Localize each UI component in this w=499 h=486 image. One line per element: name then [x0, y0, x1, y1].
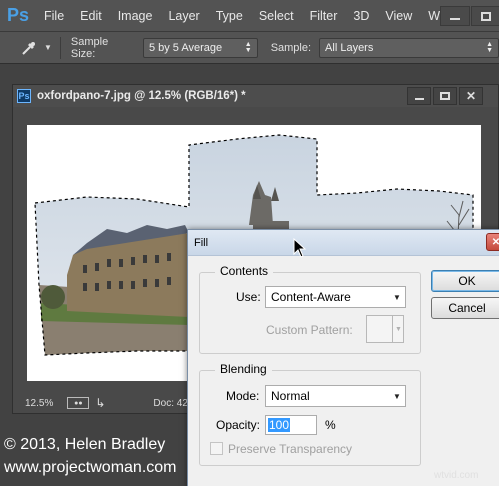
menu-image[interactable]: Image — [110, 0, 161, 32]
sample-label: Sample: — [270, 41, 312, 54]
wtvid-badge: wtvid.com — [434, 470, 479, 481]
updown-arrow-icon: ▲ ▼ — [244, 40, 252, 54]
opacity-value: 100 — [268, 418, 291, 432]
sample-size-select[interactable]: 5 by 5 Average ▲ ▼ — [142, 37, 258, 58]
sample-size-label: Sample Size: — [70, 35, 109, 60]
custom-pattern-picker: ▼ — [366, 315, 404, 343]
menu-type[interactable]: Type — [208, 0, 251, 32]
menu-filter[interactable]: Filter — [302, 0, 346, 32]
opacity-label: Opacity: — [216, 418, 261, 432]
preserve-transparency-label: Preserve Transparency — [228, 442, 353, 456]
document-title: oxfordpano-7.jpg @ 12.5% (RGB/16*) * — [37, 90, 246, 102]
menu-file[interactable]: File — [36, 0, 72, 32]
use-label: Use: — [236, 290, 261, 304]
sample-size-value: 5 by 5 Average — [148, 41, 223, 54]
contents-legend: Contents — [215, 264, 274, 278]
menu-layer[interactable]: Layer — [160, 0, 207, 32]
blending-legend: Blending — [215, 362, 272, 376]
zoom-level[interactable]: 12.5% — [25, 398, 53, 409]
custom-pattern-label: Custom Pattern: — [266, 323, 353, 337]
mouse-cursor-icon — [293, 238, 307, 258]
minimize-icon — [414, 98, 424, 100]
app-maximize-button[interactable] — [471, 6, 499, 26]
use-value: Content-Aware — [271, 290, 351, 304]
cancel-button[interactable]: Cancel — [431, 297, 499, 319]
eyedropper-icon — [22, 41, 35, 55]
chevron-down-icon: ▼ — [44, 43, 52, 52]
menu-view[interactable]: View — [377, 0, 420, 32]
fill-dialog: Fill ✕ Contents Use: Content-Aware ▼ Cus… — [187, 229, 499, 486]
menu-select[interactable]: Select — [251, 0, 302, 32]
chevron-down-icon: ▼ — [393, 391, 401, 401]
photoshop-logo: Ps — [6, 5, 30, 25]
app-minimize-button[interactable] — [440, 6, 470, 26]
dialog-close-button[interactable]: ✕ — [486, 233, 499, 251]
opacity-input[interactable]: 100 — [265, 415, 317, 435]
chevron-down-icon: ▼ — [395, 325, 402, 333]
use-select[interactable]: Content-Aware ▼ — [265, 286, 406, 308]
dialog-title: Fill — [194, 236, 209, 249]
close-icon: ✕ — [491, 236, 499, 248]
sample-value: All Layers — [325, 41, 374, 54]
ok-button[interactable]: OK — [431, 270, 499, 292]
website-watermark: www.projectwoman.com — [4, 459, 177, 476]
fill-dialog-titlebar[interactable]: Fill — [188, 230, 499, 256]
doc-maximize-button[interactable] — [433, 87, 457, 105]
opacity-unit: % — [325, 418, 336, 432]
eyedropper-tool-preset[interactable]: ▼ — [20, 39, 52, 57]
doc-close-button[interactable]: ✕ — [459, 87, 483, 105]
separator — [59, 36, 61, 59]
timeline-icon[interactable]: ●● — [67, 397, 90, 409]
maximize-icon — [440, 92, 450, 100]
mode-value: Normal — [271, 389, 310, 403]
copyright-watermark: © 2013, Helen Bradley — [4, 436, 166, 453]
options-bar: ▼ Sample Size: 5 by 5 Average ▲ ▼ Sample:… — [0, 32, 499, 64]
menu-3d[interactable]: 3D — [345, 0, 377, 32]
mode-select[interactable]: Normal ▼ — [265, 385, 406, 407]
close-icon: ✕ — [465, 89, 477, 103]
minimize-icon — [450, 18, 460, 20]
preserve-transparency-checkbox[interactable] — [210, 442, 223, 455]
mode-label: Mode: — [226, 389, 260, 403]
doc-info: Doc: 42. — [153, 397, 191, 409]
chevron-down-icon: ▼ — [393, 292, 401, 302]
photoshop-file-icon: Ps — [17, 89, 31, 103]
sample-select[interactable]: All Layers ▲ ▼ — [319, 37, 499, 58]
updown-arrow-icon: ▲ ▼ — [486, 40, 493, 54]
maximize-icon — [481, 11, 491, 21]
menubar: Ps File Edit Image Layer Type Select Fil… — [0, 0, 499, 32]
share-icon[interactable]: ↳ — [95, 396, 105, 410]
menu-edit[interactable]: Edit — [72, 0, 110, 32]
doc-minimize-button[interactable] — [407, 87, 431, 105]
